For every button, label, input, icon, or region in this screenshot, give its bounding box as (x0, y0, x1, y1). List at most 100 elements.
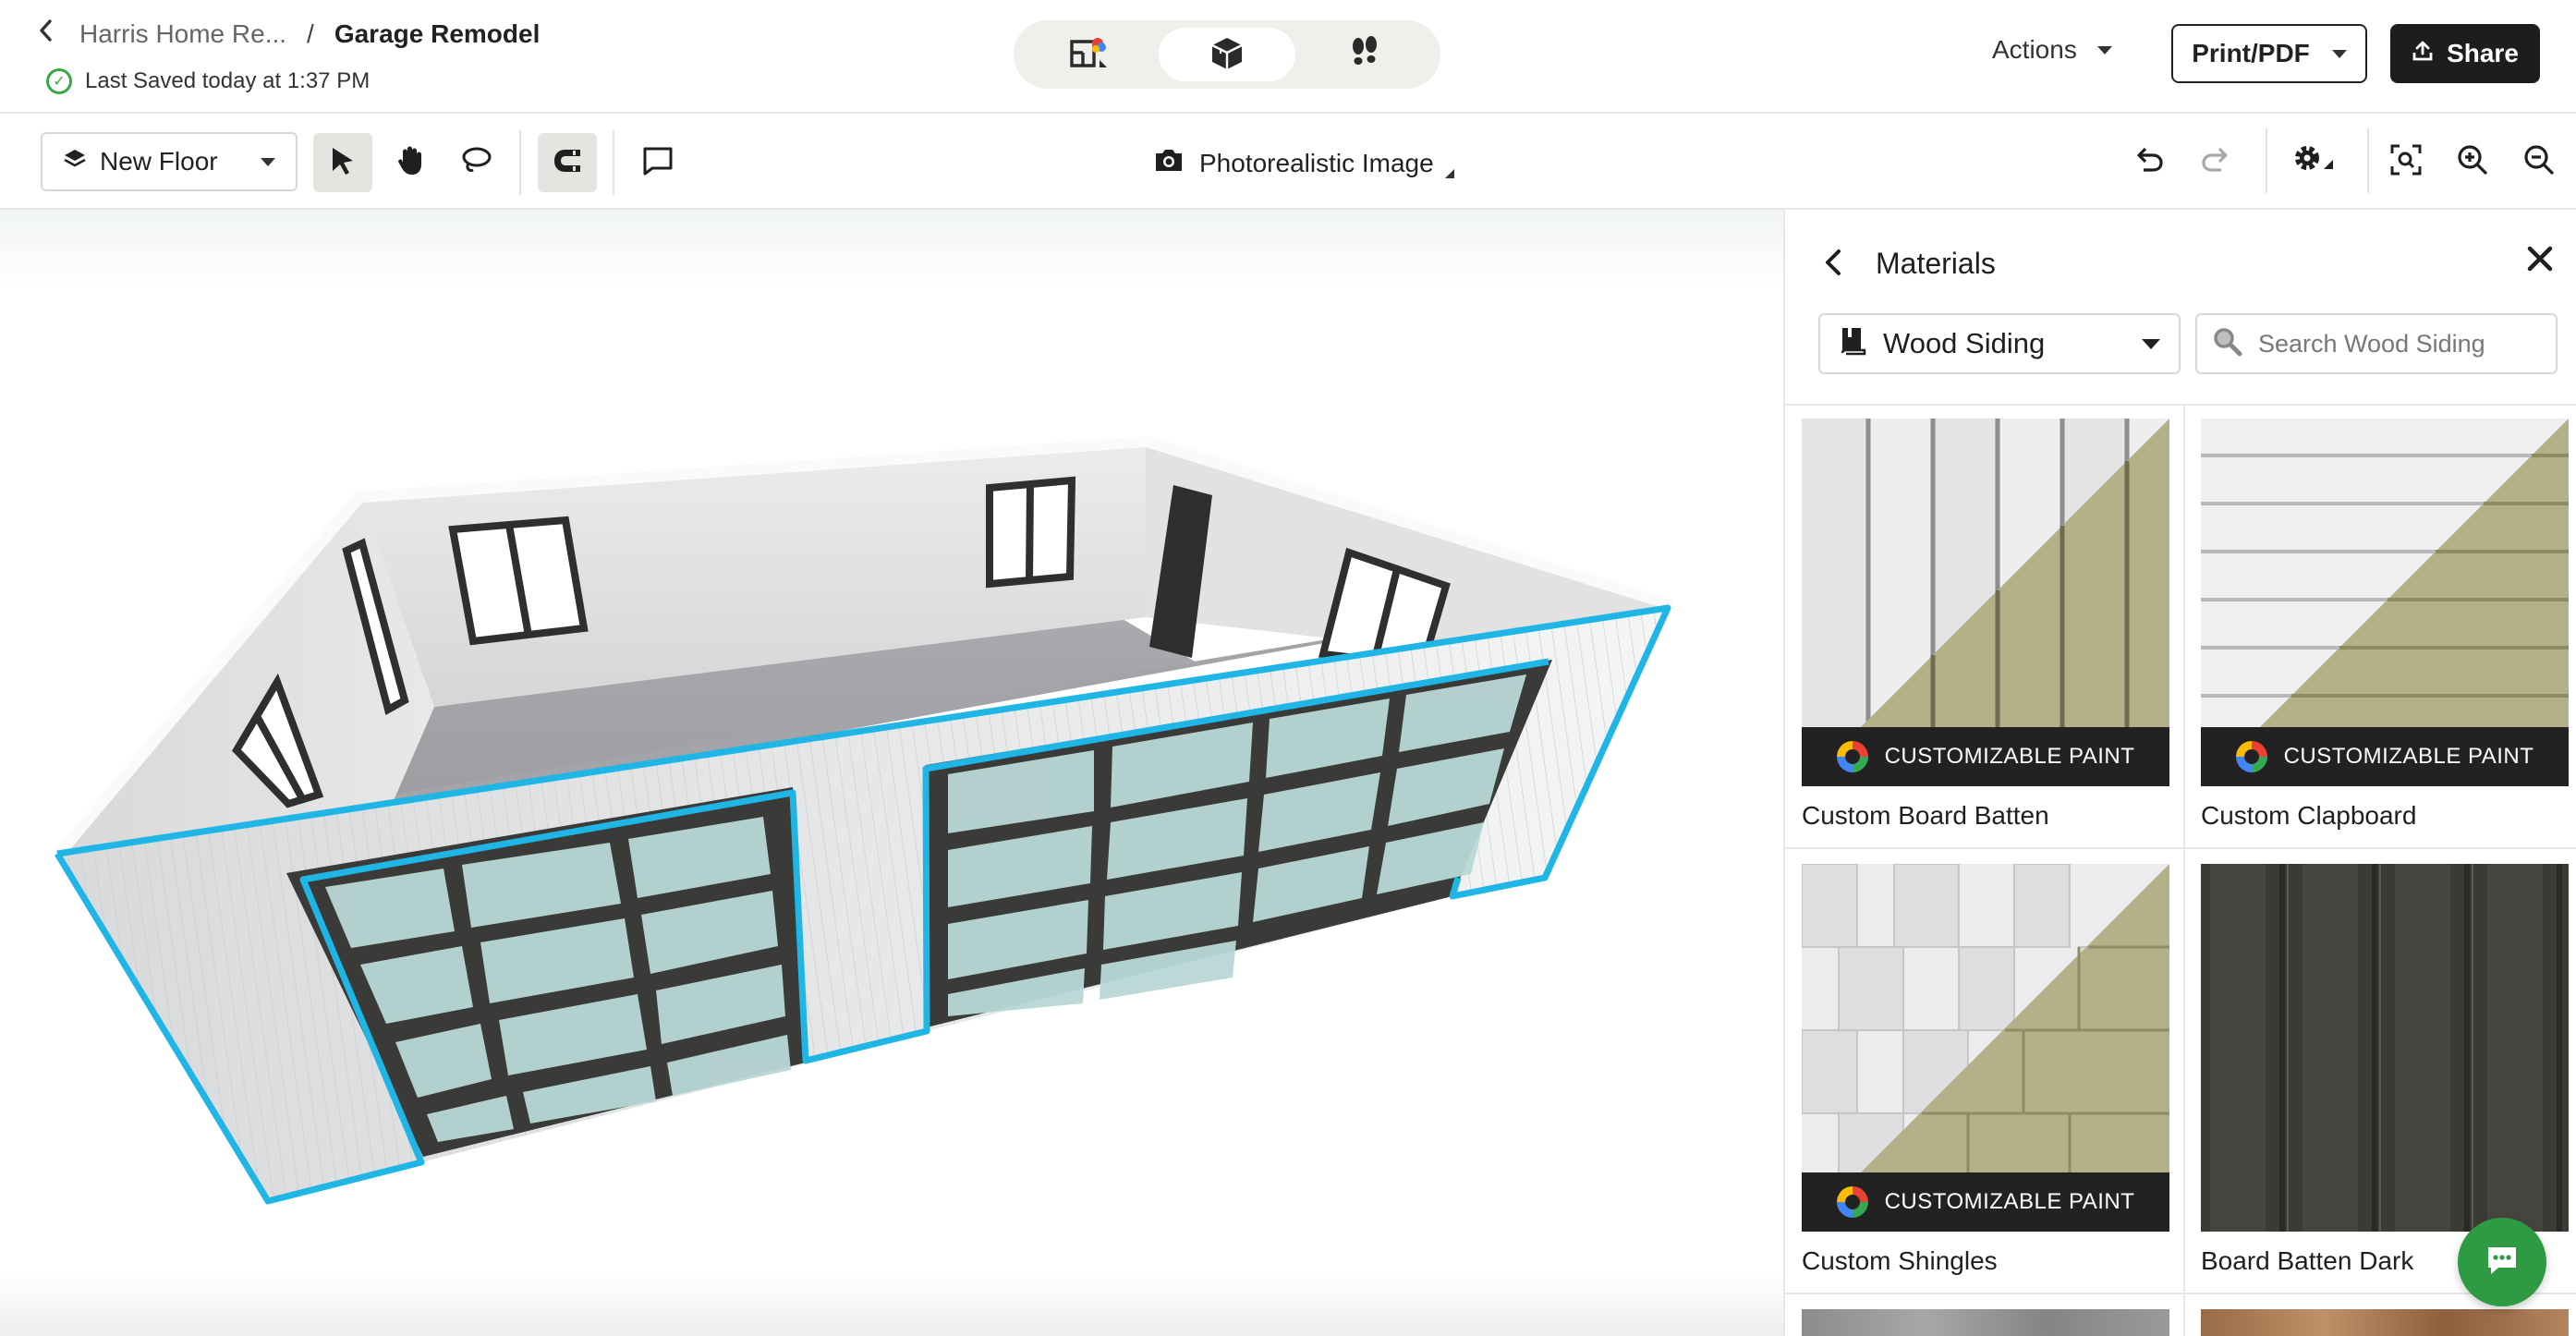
project-title[interactable]: Garage Remodel (334, 19, 541, 49)
material-category-select[interactable]: Wood Siding (1818, 313, 2181, 374)
color-wheel-icon (1836, 1186, 1868, 1218)
layers-icon (63, 147, 87, 177)
zoom-in-icon (2456, 143, 2489, 181)
breadcrumb-parent-link[interactable]: Harris Home Re... (79, 19, 286, 49)
materials-panel-header: Materials (1785, 236, 2576, 291)
material-card[interactable]: Board Batten Dark (2201, 864, 2569, 1276)
comment-tool-button[interactable] (628, 133, 687, 192)
customizable-paint-badge: CUSTOMIZABLE PAINT (1802, 727, 2169, 786)
grid-divider (1785, 1293, 2576, 1294)
redo-button[interactable] (2195, 141, 2236, 182)
material-card[interactable] (1802, 1309, 2169, 1336)
toolbar-divider (613, 130, 614, 195)
footsteps-icon (1346, 34, 1383, 76)
print-pdf-label: Print/PDF (2192, 39, 2310, 67)
chat-support-button[interactable] (2458, 1218, 2546, 1306)
lasso-icon (460, 144, 493, 182)
chevron-down-icon (261, 157, 275, 166)
material-thumbnail: CUSTOMIZABLE PAINT (1802, 864, 2169, 1232)
toolbar-divider (2367, 128, 2369, 193)
3d-viewport[interactable] (0, 210, 1783, 1336)
material-name: Custom Board Batten (1802, 801, 2049, 830)
save-status: ✓ Last Saved today at 1:37 PM (46, 68, 370, 94)
close-icon[interactable] (2524, 243, 2556, 279)
zoom-in-button[interactable] (2452, 141, 2493, 182)
toolbar-divider (519, 130, 521, 195)
badge-label: CUSTOMIZABLE PAINT (1884, 1189, 2135, 1214)
settings-button[interactable] (2290, 141, 2339, 182)
top-header: Harris Home Re... / Garage Remodel ✓ Las… (0, 0, 2576, 114)
snap-tool-button[interactable] (538, 133, 597, 192)
share-button[interactable]: Share (2390, 24, 2540, 83)
share-label: Share (2447, 39, 2519, 67)
breadcrumb: Harris Home Re... / Garage Remodel (37, 18, 540, 50)
material-thumbnail (1802, 1309, 2169, 1336)
view-mode-3d[interactable] (1158, 28, 1296, 81)
color-wheel-icon (2235, 741, 2267, 772)
garage-3d-model[interactable] (0, 210, 1783, 1336)
pan-hand-icon (394, 144, 427, 182)
chat-bubble-icon (2484, 1242, 2521, 1283)
redo-icon (2199, 143, 2232, 181)
floor-selector[interactable]: New Floor (41, 132, 298, 191)
expand-corner-icon (1444, 168, 1454, 178)
zoom-fit-button[interactable] (2386, 141, 2426, 182)
material-thumbnail: CUSTOMIZABLE PAINT (2201, 419, 2569, 786)
magnet-icon (551, 144, 584, 182)
photorealistic-image-button[interactable]: Photorealistic Image (1153, 147, 1454, 179)
actions-menu[interactable]: Actions (1992, 35, 2112, 65)
material-card[interactable]: CUSTOMIZABLE PAINT Custom Board Batten (1802, 419, 2169, 831)
lasso-tool-button[interactable] (447, 133, 506, 192)
panel-back-icon[interactable] (1822, 247, 1844, 283)
undo-button[interactable] (2129, 141, 2169, 182)
photorealistic-image-label: Photorealistic Image (1199, 148, 1434, 177)
material-name: Custom Shingles (1802, 1246, 1998, 1275)
book-icon (1839, 324, 1868, 363)
zoom-out-icon (2522, 143, 2556, 181)
badge-label: CUSTOMIZABLE PAINT (1884, 744, 2135, 769)
check-circle-icon: ✓ (46, 68, 72, 94)
material-card[interactable]: CUSTOMIZABLE PAINT Custom Clapboard (2201, 419, 2569, 831)
editor-toolbar: New Floor Photorealistic Image (0, 114, 2576, 210)
material-thumbnail (2201, 1309, 2569, 1336)
breadcrumb-separator: / (307, 19, 314, 48)
back-chevron-icon[interactable] (37, 18, 59, 50)
comment-icon (641, 144, 674, 182)
search-icon (2212, 326, 2243, 362)
badge-label: CUSTOMIZABLE PAINT (2283, 744, 2534, 769)
view-mode-walkthrough[interactable] (1295, 28, 1433, 81)
view-mode-switcher (1014, 20, 1440, 89)
material-card[interactable] (2201, 1309, 2569, 1336)
pan-tool-button[interactable] (381, 133, 440, 192)
grid-divider (2183, 404, 2185, 1336)
color-wheel-icon (1836, 741, 1868, 772)
floor-selector-label: New Floor (100, 147, 218, 176)
material-category-label: Wood Siding (1883, 327, 2046, 359)
view-mode-2d[interactable] (1021, 28, 1159, 81)
floorplan-icon (1066, 34, 1112, 76)
print-pdf-button[interactable]: Print/PDF (2171, 24, 2367, 83)
save-status-text: Last Saved today at 1:37 PM (85, 68, 371, 93)
select-arrow-icon (327, 145, 358, 181)
chevron-down-icon (2142, 338, 2160, 349)
material-name: Custom Clapboard (2201, 801, 2417, 830)
materials-panel-title: Materials (1876, 247, 1996, 280)
camera-icon (1153, 147, 1185, 179)
chevron-down-icon (2331, 49, 2347, 58)
zoom-out-button[interactable] (2519, 141, 2559, 182)
undo-icon (2132, 143, 2166, 181)
actions-label: Actions (1992, 35, 2077, 64)
material-card[interactable]: CUSTOMIZABLE PAINT Custom Shingles (1802, 864, 2169, 1276)
material-search-field[interactable] (2195, 313, 2558, 374)
share-upload-icon (2412, 39, 2434, 68)
search-input[interactable] (2258, 329, 2535, 358)
select-tool-button[interactable] (313, 133, 372, 192)
settings-gear-icon (2290, 141, 2339, 183)
customizable-paint-badge: CUSTOMIZABLE PAINT (1802, 1172, 2169, 1232)
materials-panel: Materials Wood Siding Search Wood Siding… (1783, 210, 2576, 1336)
chevron-down-icon (2096, 45, 2112, 55)
material-thumbnail: CUSTOMIZABLE PAINT (1802, 419, 2169, 786)
cube-icon (1209, 34, 1245, 76)
zoom-fit-icon (2389, 143, 2423, 181)
grid-divider (1785, 404, 2576, 406)
